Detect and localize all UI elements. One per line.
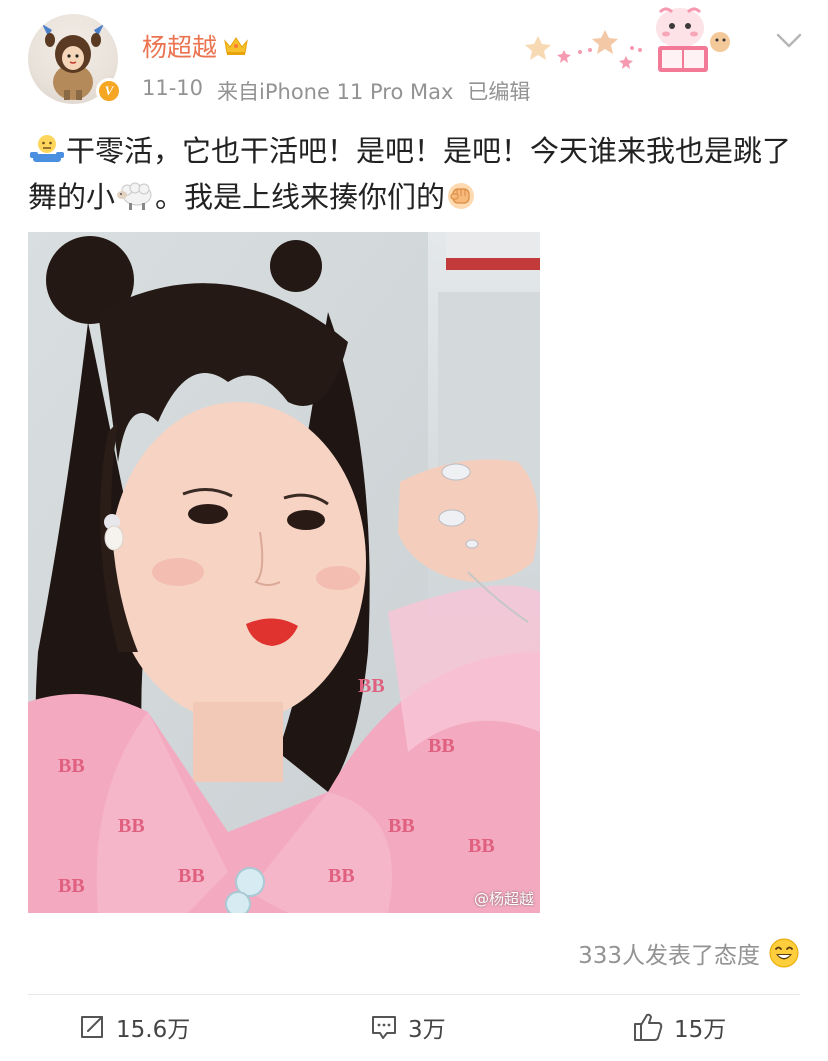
post-text-tail: 。我是上线来揍你们的 [155, 180, 446, 214]
svg-text:BB: BB [358, 675, 385, 697]
svg-text:BB: BB [468, 835, 495, 857]
reactions-summary[interactable]: 333人发表了态度 [578, 936, 800, 970]
image-watermark: @杨超越 [473, 890, 534, 908]
divider [28, 994, 800, 995]
comment-icon [372, 1016, 396, 1039]
edited-label[interactable]: 已编辑 [467, 76, 530, 106]
action-bar: 15.6万 3万 15万 [0, 1004, 828, 1056]
svg-text:BB: BB [328, 865, 355, 887]
laughing-face-icon [769, 938, 799, 968]
worker-emoji-icon [30, 135, 64, 162]
verified-badge-icon: V [96, 78, 122, 104]
svg-text:BB: BB [58, 755, 85, 777]
card-decoration-icon [525, 7, 730, 72]
repost-button[interactable]: 15.6万 [78, 1010, 190, 1044]
fist-emoji-icon [448, 183, 475, 209]
weibo-post: V 杨超越 11-10 来自iPhone 11 Pro Max 已编辑 干零活，… [0, 0, 828, 1061]
post-meta: 11-10 来自iPhone 11 Pro Max 已编辑 [142, 76, 530, 106]
chevron-down-icon[interactable] [776, 32, 802, 50]
username-row: 杨超越 [142, 28, 249, 64]
repost-icon [81, 1016, 103, 1038]
reactions-text: 333人发表了态度 [578, 943, 760, 969]
post-image[interactable]: BB BB BB BB BB BB BB BB BB @杨超越 [28, 232, 540, 913]
svg-text:BB: BB [428, 735, 455, 757]
repost-count: 15.6万 [116, 1017, 191, 1043]
post-text: 干零活，它也干活吧！是吧！是吧！今天谁来我也是跳了舞的小 。我是上线来揍你们的 [28, 128, 798, 220]
svg-text:BB: BB [178, 865, 205, 887]
username[interactable]: 杨超越 [142, 28, 217, 64]
like-count: 15万 [674, 1017, 727, 1043]
thumbs-up-icon [634, 1013, 663, 1041]
svg-text:BB: BB [388, 815, 415, 837]
post-date: 11-10 [142, 76, 204, 100]
post-source: 来自iPhone 11 Pro Max [217, 80, 454, 104]
sheep-emoji-icon [117, 182, 152, 210]
crown-icon [224, 37, 248, 55]
svg-text:BB: BB [118, 815, 145, 837]
like-button[interactable]: 15万 [632, 1010, 726, 1044]
avatar-container[interactable]: V [28, 14, 122, 106]
comment-count: 3万 [408, 1017, 446, 1043]
comment-button[interactable]: 3万 [370, 1010, 446, 1044]
svg-text:BB: BB [58, 875, 85, 897]
